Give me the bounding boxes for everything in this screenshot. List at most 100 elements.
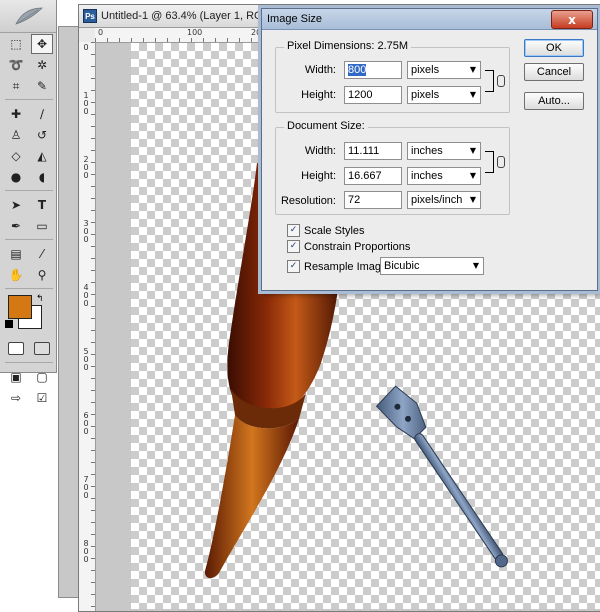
toolbox-divider — [5, 239, 53, 240]
doc-height-input[interactable]: 16.667 — [344, 167, 402, 185]
ruler-label: 6 0 0 — [83, 411, 89, 436]
ruler-origin[interactable] — [79, 28, 96, 43]
default-colors-icon[interactable] — [5, 320, 13, 328]
tools-palette: ⬚ ✥ ➰ ✲ ⌗ ✎ ✚ ∕ ♙ ↺ ◇ ◭ ● ◖ ➤ T ✒ ▭ ▤ ⁄ … — [0, 0, 57, 405]
doc-height-label: Height: — [301, 170, 336, 182]
pixel-width-input[interactable]: 800 — [344, 61, 402, 79]
pixel-dimensions-legend: Pixel Dimensions: 2.75M — [284, 40, 412, 52]
pen-icon[interactable]: ✒ — [5, 216, 27, 236]
chevron-down-icon: ▼ — [469, 195, 476, 204]
chevron-down-icon: ▼ — [469, 90, 476, 99]
marquee-icon[interactable]: ⬚ — [5, 34, 27, 54]
ruler-label: 0 — [83, 43, 89, 52]
paint-bucket-icon[interactable]: ◭ — [31, 146, 53, 166]
blur-icon[interactable]: ● — [5, 167, 27, 187]
healing-brush-icon[interactable]: ✚ — [5, 104, 27, 124]
type-icon[interactable]: T — [31, 195, 53, 215]
document-link-bracket — [485, 151, 494, 173]
chevron-down-icon: ▼ — [469, 171, 476, 180]
ok-button[interactable]: OK — [524, 39, 584, 57]
ruler-label: 7 0 0 — [83, 475, 89, 500]
doc-width-input[interactable]: 11.111 — [344, 142, 402, 160]
screen-mode-full-icon[interactable]: ▢ — [31, 367, 53, 387]
constrain-proportions-label: Constrain Proportions — [304, 240, 411, 253]
ruler-label: 2 0 0 — [83, 155, 89, 180]
photoshop-doc-icon: Ps — [83, 9, 97, 23]
standard-mode-icon[interactable] — [5, 339, 27, 357]
resolution-label: Resolution: — [280, 195, 336, 207]
resample-image-checkbox[interactable]: ✓ — [287, 260, 300, 273]
vertical-ruler[interactable]: 0 1 0 0 2 0 0 3 0 0 4 0 0 5 0 0 6 0 0 7 … — [79, 42, 96, 611]
resample-method-select[interactable]: Bicubic ▼ — [380, 257, 484, 275]
ruler-label: 4 0 0 — [83, 283, 89, 308]
ruler-label: 100 — [187, 28, 203, 37]
doc-height-unit-select[interactable]: inches ▼ — [407, 167, 481, 185]
chevron-down-icon: ▼ — [469, 65, 476, 74]
toolbox-divider — [5, 362, 53, 363]
screen-mode-standard-icon[interactable]: ▣ — [5, 367, 27, 387]
resolution-unit-select[interactable]: pixels/inch ▼ — [407, 191, 481, 209]
path-selection-icon[interactable]: ➤ — [5, 195, 27, 215]
chain-link-icon — [497, 75, 505, 87]
chevron-down-icon: ▼ — [469, 146, 476, 155]
ruler-label: 1 0 0 — [83, 91, 89, 116]
swap-colors-icon[interactable]: ↰ — [36, 293, 44, 304]
dialog-title: Image Size — [267, 13, 323, 25]
eraser-icon[interactable]: ◇ — [5, 146, 27, 166]
shape-icon[interactable]: ▭ — [31, 216, 53, 236]
quick-mask-mode-icon[interactable] — [31, 339, 53, 357]
toolbox-divider — [5, 288, 53, 289]
image-size-dialog: Image Size x Pixel Dimensions: 2.75M Wid… — [261, 8, 598, 291]
notes-icon[interactable]: ▤ — [5, 244, 27, 264]
pixel-link-bracket — [485, 70, 494, 92]
slice-icon[interactable]: ✎ — [31, 76, 53, 96]
chain-link-icon — [497, 156, 505, 168]
document-title: Untitled-1 @ 63.4% (Layer 1, RGB/8) — [101, 10, 283, 22]
chevron-down-icon: ▼ — [472, 261, 479, 270]
pixel-width-label: Width: — [304, 64, 336, 76]
close-button[interactable]: x — [551, 10, 593, 29]
brush-icon[interactable]: ∕ — [31, 104, 53, 124]
eyedropper-icon[interactable]: ⁄ — [31, 244, 53, 264]
resolution-input[interactable]: 72 — [344, 191, 402, 209]
constrain-proportions-option[interactable]: ✓ Constrain Proportions — [287, 240, 410, 253]
dialog-titlebar[interactable]: Image Size — [262, 9, 597, 30]
pixel-height-label: Height: — [301, 89, 336, 101]
dodge-icon[interactable]: ◖ — [31, 167, 53, 187]
ruler-label: 8 0 0 — [83, 539, 89, 564]
pixel-dimensions-size: 2.75M — [377, 40, 409, 52]
wooden-handle-lower — [204, 415, 299, 579]
ruler-label: 5 0 0 — [83, 347, 89, 372]
pixel-height-input[interactable]: 1200 — [344, 86, 402, 104]
resample-image-option[interactable]: ✓ Resample Image: — [287, 260, 390, 273]
auto-button[interactable]: Auto... — [524, 92, 584, 110]
crop-icon[interactable]: ⌗ — [5, 76, 27, 96]
move-icon[interactable]: ✥ — [31, 34, 53, 54]
cancel-button[interactable]: Cancel — [524, 63, 584, 81]
doc-width-unit-select[interactable]: inches ▼ — [407, 142, 481, 160]
imageready-edit-icon[interactable]: ☑ — [31, 388, 53, 408]
history-brush-icon[interactable]: ↺ — [31, 125, 53, 145]
lasso-icon[interactable]: ➰ — [5, 55, 27, 75]
ruler-label: 3 0 0 — [83, 219, 89, 244]
zoom-icon[interactable]: ⚲ — [31, 265, 53, 285]
pixel-height-unit-select[interactable]: pixels ▼ — [407, 86, 481, 104]
constrain-proportions-checkbox[interactable]: ✓ — [287, 240, 300, 253]
pixel-width-unit-select[interactable]: pixels ▼ — [407, 61, 481, 79]
scale-styles-label: Scale Styles — [304, 224, 365, 237]
clone-stamp-icon[interactable]: ♙ — [5, 125, 27, 145]
resample-image-label: Resample Image: — [304, 260, 391, 273]
ruler-label: 0 — [98, 28, 104, 37]
kickstand-metal — [375, 385, 508, 568]
hand-icon[interactable]: ✋ — [5, 265, 27, 285]
toolbox-divider — [5, 190, 53, 191]
magic-wand-icon[interactable]: ✲ — [31, 55, 53, 75]
toolbox-divider — [5, 99, 53, 100]
jump-to-imageready-icon[interactable]: ⇨ — [5, 388, 27, 408]
foreground-color-swatch[interactable] — [8, 295, 32, 319]
scale-styles-checkbox[interactable]: ✓ — [287, 224, 300, 237]
doc-width-label: Width: — [304, 145, 336, 157]
document-size-legend: Document Size: — [284, 120, 368, 132]
feather-logo-icon — [15, 7, 43, 25]
scale-styles-option[interactable]: ✓ Scale Styles — [287, 224, 365, 237]
